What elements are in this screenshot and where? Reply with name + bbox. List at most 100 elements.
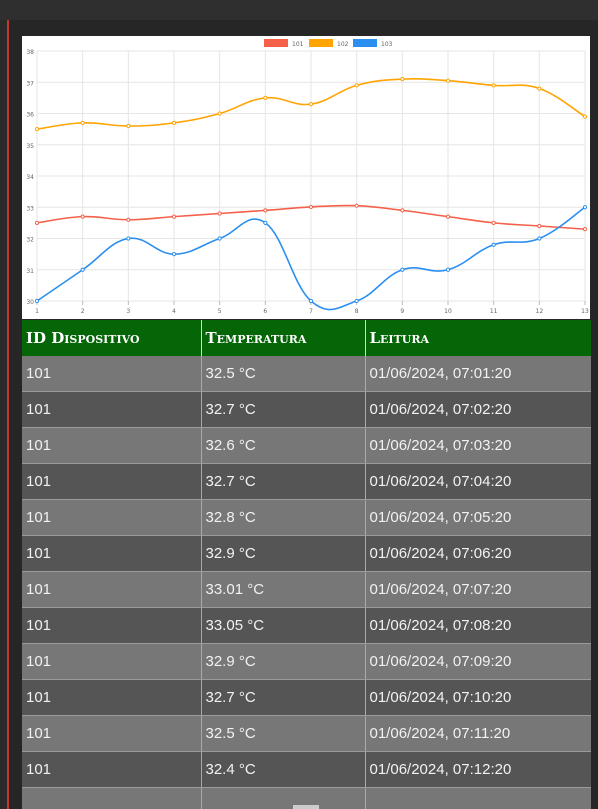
x-tick-label: 5 [218, 308, 222, 315]
x-tick-label: 1 [35, 308, 39, 315]
table-row: 101 32.5 °C 01/06/2024, 07:11:20 [22, 715, 591, 752]
x-tick-label: 10 [444, 308, 452, 315]
legend-label-101: 101 [292, 41, 304, 48]
series-103-point [80, 267, 85, 272]
series-103-point [263, 220, 268, 225]
series-101-point [491, 220, 496, 225]
legend-swatch-103 [353, 39, 377, 47]
x-tick-label: 9 [400, 308, 404, 315]
table-row: 101 32.9 °C 01/06/2024, 07:09:20 [22, 643, 591, 680]
y-tick-label: 36 [26, 112, 34, 119]
y-tick-label: 34 [26, 174, 34, 181]
header-reading[interactable]: Leitura [365, 320, 591, 356]
window-top-bar [0, 0, 598, 20]
header-temperature[interactable]: Temperatura [201, 320, 366, 356]
series-102-point [80, 120, 85, 125]
table-row: 101 32.7 °C 01/06/2024, 07:04:20 [22, 463, 591, 500]
series-101-point [217, 211, 222, 216]
series-101-point [445, 214, 451, 219]
series-103-point [217, 236, 222, 241]
table-row: 101 32.8 °C 01/06/2024, 07:05:20 [22, 499, 591, 536]
cell-temperature: 32.4 °C [201, 751, 366, 788]
series-103-point [537, 236, 542, 241]
x-tick-label: 13 [581, 308, 589, 315]
series-102-point [126, 123, 131, 129]
cell-device-id: 101 [22, 751, 202, 788]
y-tick-label: 33 [26, 205, 34, 212]
legend-label-102: 102 [337, 41, 349, 48]
table-row: 101 33.01 °C 01/06/2024, 07:07:20 [22, 571, 591, 608]
y-tick-label: 31 [26, 268, 34, 275]
cell-device-id: 101 [22, 391, 202, 428]
table-row: 101 32.7 °C 01/06/2024, 07:02:20 [22, 391, 591, 428]
y-tick-label: 30 [26, 299, 34, 306]
cell-reading: 01/06/2024, 07:09:20 [365, 643, 591, 680]
cell-temperature: 32.5 °C [201, 715, 366, 752]
cell-reading: 01/06/2024, 07:03:20 [365, 427, 591, 464]
header-device-id[interactable]: ID Dispositivo [22, 320, 202, 356]
legend-swatch-101 [264, 39, 288, 47]
series-101-point [354, 203, 359, 208]
series-101-point [400, 208, 405, 213]
cell-device-id: 101 [22, 715, 202, 752]
table-row: 101 32.7 °C 01/06/2024, 07:10:20 [22, 679, 591, 716]
cell-reading: 01/06/2024, 07:06:20 [365, 535, 591, 572]
series-102-point [445, 78, 451, 83]
series-102-point [308, 102, 314, 107]
table-row: 101 32.9 °C 01/06/2024, 07:06:20 [22, 535, 591, 572]
cell-device-id: 101 [22, 535, 202, 572]
x-tick-label: 11 [490, 308, 498, 315]
scroll-indicator[interactable] [293, 805, 319, 809]
table-row: 101 33.05 °C 01/06/2024, 07:08:20 [22, 607, 591, 644]
series-102-point [171, 120, 177, 125]
readings-table: ID Dispositivo Temperatura Leitura 101 32… [22, 320, 591, 809]
series-102-point [34, 127, 40, 132]
series-101-point [126, 217, 131, 222]
series-101-point [80, 214, 85, 219]
cell-reading: 01/06/2024, 07:08:20 [365, 607, 591, 644]
series-101-point [582, 227, 588, 232]
series-103-point [354, 298, 359, 304]
cell-temperature: 32.9 °C [201, 535, 366, 572]
series-101-point [263, 208, 268, 213]
series-102-point [217, 111, 222, 116]
series-101-point [34, 220, 40, 225]
y-tick-label: 37 [26, 80, 34, 87]
legend-swatch-102 [309, 39, 333, 47]
x-tick-label: 4 [172, 308, 176, 315]
cell-temperature [201, 787, 366, 809]
cell-temperature: 32.7 °C [201, 391, 366, 428]
readings-table-container[interactable]: ID Dispositivo Temperatura Leitura 101 32… [22, 320, 591, 809]
series-102-point [491, 83, 496, 88]
series-102-point [354, 83, 359, 88]
cell-temperature: 32.7 °C [201, 679, 366, 716]
table-row: 101 32.4 °C 01/06/2024, 07:12:20 [22, 751, 591, 788]
cell-reading: 01/06/2024, 07:05:20 [365, 499, 591, 536]
table-row: 101 32.5 °C 01/06/2024, 07:01:20 [22, 356, 591, 392]
series-103-point [34, 298, 40, 304]
cell-reading: 01/06/2024, 07:12:20 [365, 751, 591, 788]
x-tick-label: 3 [126, 308, 130, 315]
series-101-point [537, 223, 542, 229]
cell-device-id: 101 [22, 499, 202, 536]
x-tick-label: 2 [81, 308, 85, 315]
cell-device-id: 101 [22, 571, 202, 608]
series-103-point [491, 242, 496, 247]
table-body: 101 32.5 °C 01/06/2024, 07:01:20 101 32.7 °C… [22, 356, 591, 809]
series-103-point [308, 298, 314, 304]
y-tick-label: 32 [26, 237, 34, 244]
cell-device-id: 101 [22, 679, 202, 716]
cell-temperature: 32.9 °C [201, 643, 366, 680]
chart-svg: 3031323334353637381 2 3 4 5 6 7 8 9 10 11 12 13101 10… [26, 39, 589, 315]
cell-reading [365, 787, 591, 809]
cell-temperature: 32.7 °C [201, 463, 366, 500]
cell-temperature: 33.05 °C [201, 607, 366, 644]
cell-temperature: 32.5 °C [201, 356, 366, 392]
series-101-point [308, 204, 314, 210]
cell-device-id: 101 [22, 607, 202, 644]
series-102-point [400, 77, 405, 82]
cell-temperature: 32.8 °C [201, 499, 366, 536]
series-102-point [582, 114, 588, 119]
cell-device-id: 101 [22, 356, 202, 392]
cell-device-id [22, 787, 202, 809]
